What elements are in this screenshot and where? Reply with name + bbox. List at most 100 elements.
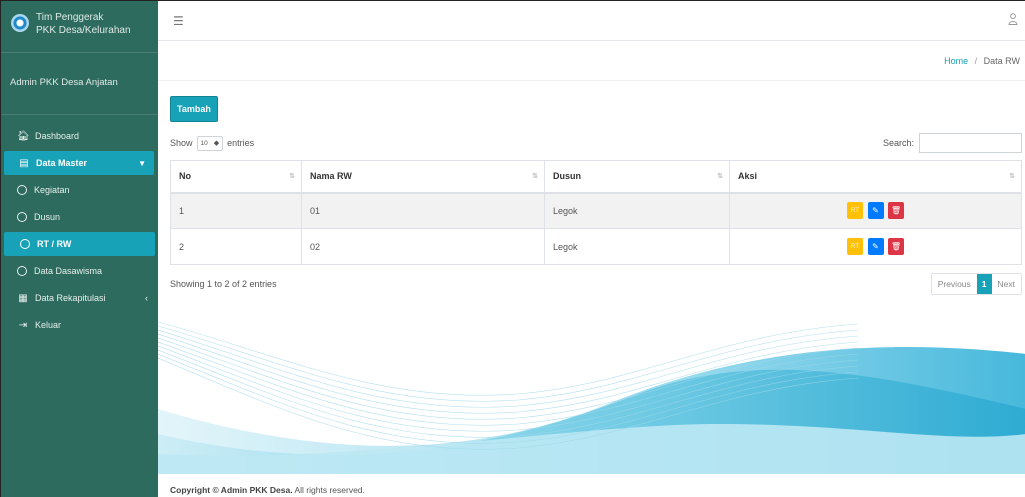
cell-dusun: Legok [544,192,730,229]
content-area: Tambah Show 10 ◆ entries Search: No ⇅ Na… [158,81,1025,296]
database-icon: ▤ [19,157,29,169]
brand-line-2: PKK Desa/Kelurahan [36,25,131,36]
header-label: Dusun [553,171,581,182]
sidebar-item-label: Dusun [34,212,61,222]
sort-icon: ⇅ [289,173,295,180]
edit-icon: ✎ [872,206,879,216]
cell-dusun: Legok [544,228,730,265]
search-input[interactable] [919,133,1022,153]
header-label: Aksi [738,171,758,182]
trash-icon: 🗑︎ [890,206,902,216]
sidebar: Tim Penggerak PKK Desa/Kelurahan Admin P… [1,1,158,497]
search-label: Search: [882,138,914,148]
circle-icon [17,185,27,195]
sidebar-item-rt-rw[interactable]: RT / RW [4,232,155,256]
copyright-bold: Copyright © Admin PKK Desa. [170,485,293,495]
table-info: Showing 1 to 2 of 2 entries [170,279,277,289]
breadcrumb-home-link[interactable]: Home [944,56,968,66]
sort-icon: ⇅ [1009,173,1015,180]
table-footer: Showing 1 to 2 of 2 entries Previous 1 N… [170,272,1022,296]
hamburger-menu-icon[interactable]: ☰ [173,14,184,28]
breadcrumb-list: Home / Data RW [944,56,1020,66]
header-no[interactable]: No ⇅ [170,160,302,194]
entries-value: 10 [200,139,208,147]
sidebar-item-label: Data Dasawisma [34,266,103,276]
header-nama-rw[interactable]: Nama RW ⇅ [301,160,545,194]
edit-button[interactable]: ✎ [867,202,884,220]
cell-no: 2 [170,228,302,265]
pagination-page-1[interactable]: 1 [976,274,992,294]
sidebar-item-data-dasawisma[interactable]: Data Dasawisma [1,259,158,283]
cell-nama-rw: 02 [301,228,545,265]
app-window: Tim Penggerak PKK Desa/Kelurahan Admin P… [0,0,1025,497]
edit-icon: ✎ [872,242,879,251]
sidebar-nav: 🏠︎ Dashboard ▤ Data Master ▼ Kegiatan Du… [1,115,158,337]
user-name: Admin PKK Desa Anjatan [10,77,118,88]
circle-icon [17,212,27,222]
pkk-logo-icon [11,14,29,32]
sidebar-item-dashboard[interactable]: 🏠︎ Dashboard [1,124,158,148]
brand[interactable]: Tim Penggerak PKK Desa/Kelurahan [1,1,158,53]
sidebar-item-label: Dashboard [35,131,80,141]
table-row: 1 01 Legok RT ✎ 🗑︎ [170,192,1022,229]
topbar: ☰ [158,1,1025,41]
show-entries: Show 10 ◆ entries [170,135,255,151]
chevron-left-icon: ‹ [145,293,148,303]
cell-aksi: RT ✎ 🗑︎ [729,192,1022,229]
circle-icon [20,239,30,249]
rt-button[interactable]: RT [846,238,863,255]
sidebar-item-keluar[interactable]: ⇥ Keluar [1,313,158,337]
rt-button[interactable]: RT [846,202,863,220]
delete-button[interactable]: 🗑︎ [888,202,905,220]
sidebar-item-label: Data Rekapitulasi [35,293,106,303]
main-content: ☰ Home / Data RW Tambah Show 10 ◆ entrie… [158,1,1025,497]
chevron-down-icon: ▼ [138,158,146,168]
sidebar-item-kegiatan[interactable]: Kegiatan [1,178,158,202]
circle-icon [17,266,27,276]
search: Search: [883,133,1022,153]
table-icon: ▦ [18,292,28,304]
delete-button[interactable]: 🗑︎ [888,238,905,255]
breadcrumb-separator: / [974,55,978,66]
sidebar-item-data-master[interactable]: ▤ Data Master ▼ [4,151,154,175]
sidebar-item-data-rekapitulasi[interactable]: ▦ Data Rekapitulasi ‹ [1,286,158,310]
header-dusun[interactable]: Dusun ⇅ [544,160,730,194]
brand-text: Tim Penggerak PKK Desa/Kelurahan [36,11,131,37]
add-button[interactable]: Tambah [170,96,218,122]
entries-select[interactable]: 10 ◆ [196,135,224,151]
copyright-rest: All rights reserved. [292,485,365,495]
trash-icon: 🗑︎ [890,242,902,251]
entries-suffix: entries [227,138,255,148]
wave-decoration [158,314,1025,474]
show-label: Show [170,138,193,148]
table-controls: Show 10 ◆ entries Search: [170,132,1022,154]
pagination-previous[interactable]: Previous [932,274,977,294]
rw-table: No ⇅ Nama RW ⇅ Dusun ⇅ Aksi ⇅ 1 01 Legok… [170,160,1022,265]
table-row: 2 02 Legok RT ✎ 🗑︎ [170,228,1022,265]
logout-icon: ⇥ [18,319,28,331]
pagination: Previous 1 Next [930,273,1022,295]
user-icon[interactable] [1008,13,1018,28]
copyright: Copyright © Admin PKK Desa. All rights r… [170,485,365,495]
updown-arrow-icon: ◆ [213,140,220,147]
edit-button[interactable]: ✎ [867,238,884,255]
sidebar-item-label: Data Master [36,158,88,168]
sort-icon: ⇅ [532,173,538,180]
sidebar-item-label: RT / RW [37,239,72,249]
cell-aksi: RT ✎ 🗑︎ [729,228,1022,265]
brand-line-1: Tim Penggerak [36,12,104,23]
header-aksi[interactable]: Aksi ⇅ [729,160,1022,194]
breadcrumb: Home / Data RW [158,41,1025,81]
cell-no: 1 [170,192,302,229]
breadcrumb-current: Data RW [983,55,1020,66]
cell-nama-rw: 01 [301,192,545,229]
sort-icon: ⇅ [717,173,723,180]
header-label: Nama RW [310,171,352,182]
user-panel[interactable]: Admin PKK Desa Anjatan [1,53,158,115]
pagination-next[interactable]: Next [992,274,1021,294]
table-header-row: No ⇅ Nama RW ⇅ Dusun ⇅ Aksi ⇅ [170,160,1022,194]
sidebar-item-label: Kegiatan [34,185,70,195]
sidebar-item-dusun[interactable]: Dusun [1,205,158,229]
header-label: No [179,171,191,182]
home-icon: 🏠︎ [17,130,30,142]
